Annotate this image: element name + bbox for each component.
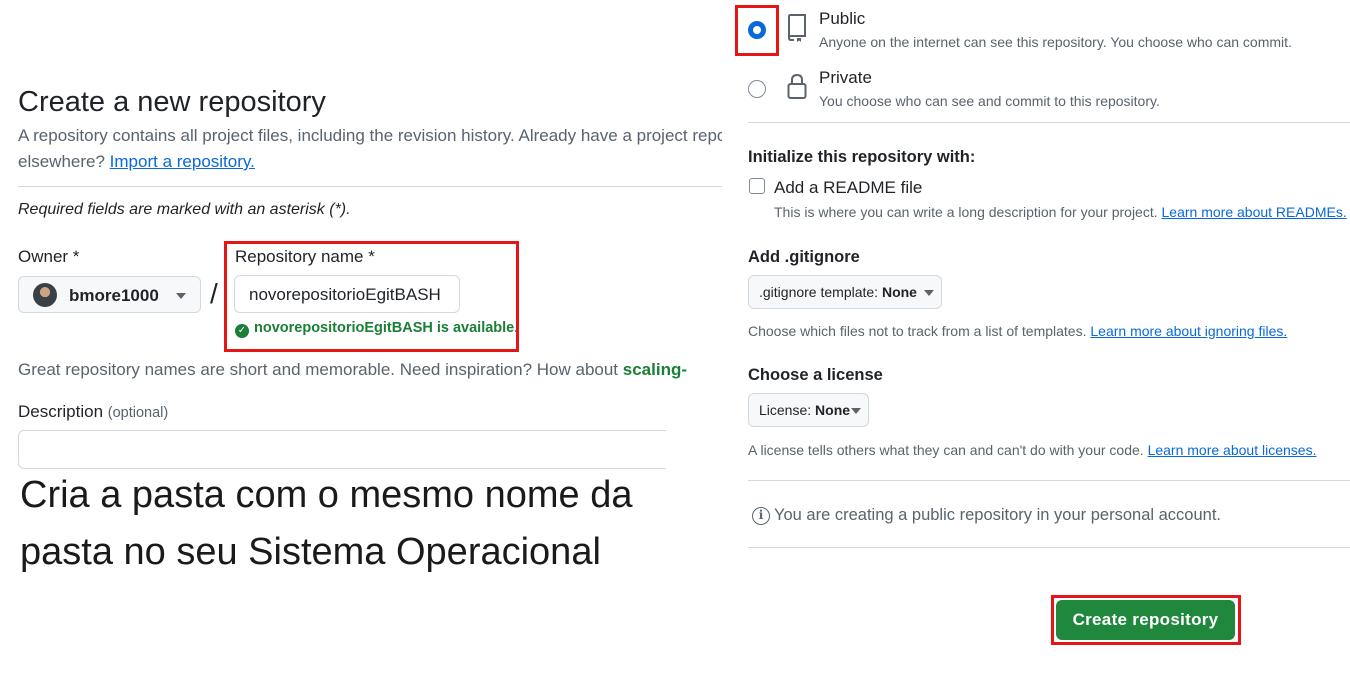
annotation-line-2: pasta no seu Sistema Operacional <box>20 531 601 573</box>
public-option-description: Anyone on the internet can see this repo… <box>819 34 1292 50</box>
learn-more-ignoring-files-link[interactable]: Learn more about ignoring files. <box>1090 323 1287 339</box>
highlight-box-repository-name <box>224 241 519 352</box>
license-select-label: License: None <box>759 402 850 418</box>
page-intro-prefix: elsewhere? <box>18 152 110 171</box>
divider <box>748 547 1350 548</box>
info-icon: i <box>752 507 770 525</box>
gitignore-select-value: None <box>881 284 917 300</box>
gitignore-select-label: .gitignore template: None <box>759 284 917 300</box>
gitignore-help-text: Choose which files not to track from a l… <box>748 323 1091 339</box>
owner-name: bmore1000 <box>69 286 159 305</box>
page-title: Create a new repository <box>18 86 326 118</box>
import-repository-link[interactable]: Import a repository. <box>110 152 255 171</box>
name-suggestion-text: Great repository names are short and mem… <box>18 360 687 380</box>
repo-book-icon <box>788 14 806 42</box>
private-radio[interactable] <box>748 80 766 98</box>
readme-checkbox[interactable] <box>749 178 765 194</box>
private-option-description: You choose who can see and commit to thi… <box>819 93 1160 109</box>
name-suggestion-prefix: Great repository names are short and mem… <box>18 360 623 379</box>
optional-hint: (optional) <box>107 405 169 421</box>
gitignore-heading: Add .gitignore <box>748 248 860 266</box>
gitignore-template-select[interactable]: .gitignore template: None <box>748 275 942 309</box>
learn-more-readmes-link[interactable]: Learn more about READMEs. <box>1162 204 1347 220</box>
owner-repo-separator: / <box>210 278 218 309</box>
description-label-text: Description <box>18 402 104 421</box>
owner-label: Owner * <box>18 247 80 266</box>
license-help-text: A license tells others what they can and… <box>748 442 1148 458</box>
license-help: A license tells others what they can and… <box>748 442 1316 458</box>
avatar <box>33 283 57 307</box>
chevron-down-icon <box>176 293 186 299</box>
readme-help: This is where you can write a long descr… <box>774 204 1347 220</box>
triangle-down-icon <box>851 408 861 414</box>
private-option-title: Private <box>819 68 872 87</box>
required-fields-note: Required fields are marked with an aster… <box>18 201 351 218</box>
learn-more-licenses-link[interactable]: Learn more about licenses. <box>1148 442 1317 458</box>
owner-select[interactable]: bmore1000 <box>18 276 201 313</box>
suggested-name-link[interactable]: scaling- <box>623 360 687 379</box>
lock-icon <box>787 73 807 99</box>
description-label: Description (optional) <box>18 402 168 422</box>
divider <box>748 480 1350 481</box>
license-heading: Choose a license <box>748 366 883 384</box>
divider <box>18 186 722 187</box>
gitignore-select-prefix: .gitignore template: <box>759 284 882 300</box>
divider <box>748 122 1350 123</box>
description-input[interactable] <box>18 430 666 469</box>
create-repository-button[interactable]: Create repository <box>1056 600 1235 640</box>
public-notice-text: You are creating a public repository in … <box>774 506 1221 524</box>
readme-label: Add a README file <box>774 178 923 197</box>
license-select[interactable]: License: None <box>748 393 869 427</box>
public-option-title: Public <box>819 9 866 28</box>
public-radio[interactable] <box>748 21 766 39</box>
gitignore-help: Choose which files not to track from a l… <box>748 323 1287 339</box>
readme-help-text: This is where you can write a long descr… <box>774 204 1162 220</box>
page-intro-line2: elsewhere? Import a repository. <box>18 152 255 172</box>
license-select-prefix: License: <box>759 402 816 418</box>
annotation-line-1: Cria a pasta com o mesmo nome da <box>20 474 633 516</box>
page-intro: A repository contains all project files,… <box>18 126 722 145</box>
triangle-down-icon <box>924 290 934 296</box>
initialize-heading: Initialize this repository with: <box>748 148 976 166</box>
license-select-value: None <box>815 402 851 418</box>
